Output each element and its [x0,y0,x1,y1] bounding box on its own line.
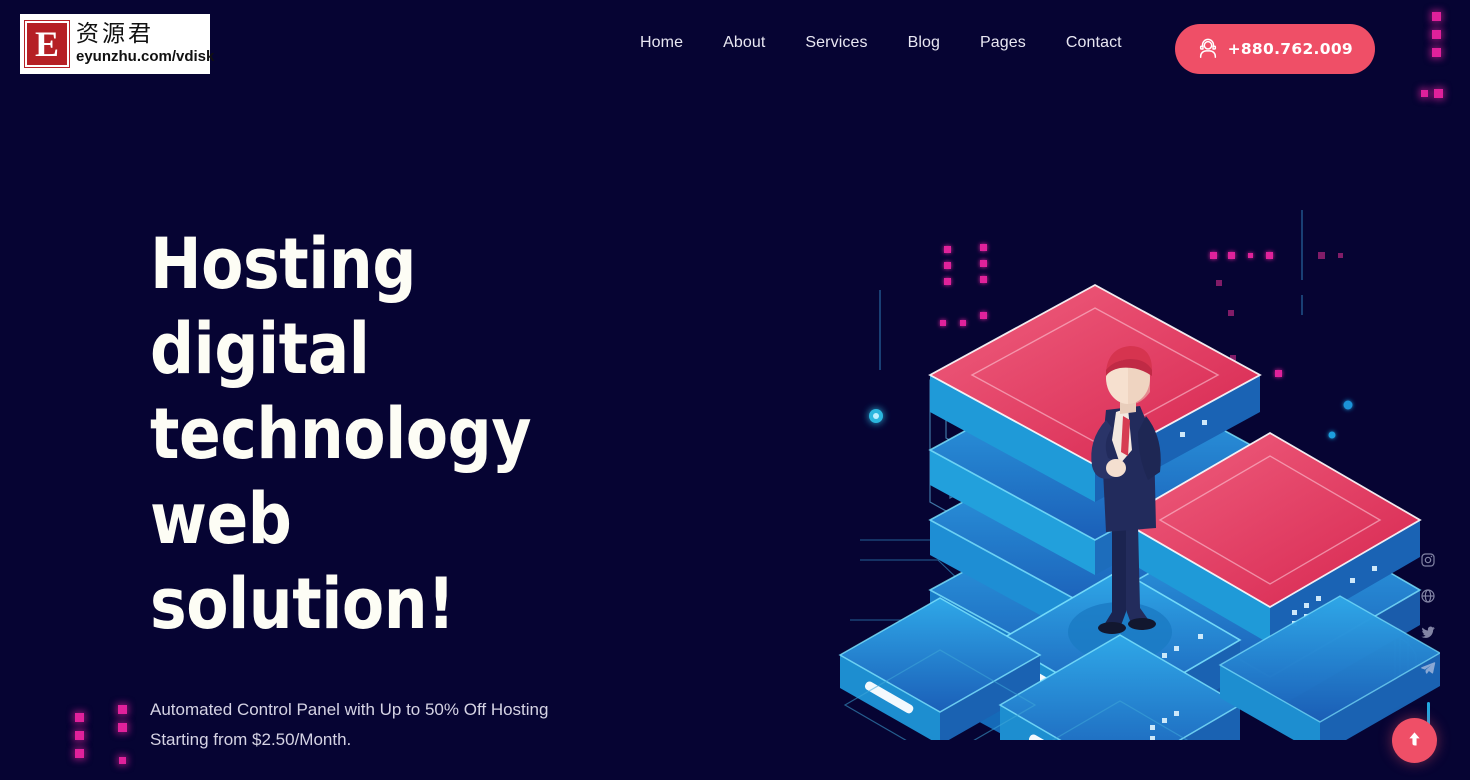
decor-dot [75,749,84,758]
instagram-icon[interactable] [1420,552,1436,568]
scroll-to-top-button[interactable] [1392,718,1437,763]
decor-dot [118,705,127,714]
phone-call-button[interactable]: +880.762.009 [1174,24,1375,74]
hero-title-line-1: Hosting digital [150,223,416,390]
decor-dot [118,723,127,732]
twitter-icon[interactable] [1420,624,1436,640]
nav-item-about[interactable]: About [703,34,785,52]
social-links-rail [1420,552,1436,742]
support-agent-icon [1197,38,1219,60]
page-title: Hosting digital technology web solution! [150,222,643,647]
decor-dot [75,731,84,740]
hero-subtitle: Automated Control Panel with Up to 50% O… [150,700,549,749]
nav-item-home[interactable]: Home [620,34,703,52]
watermark-overlay: E 资源君 eyunzhu.com/vdisk [20,14,214,74]
hero-title-line-2: technology web [150,393,532,560]
phone-number: +880.762.009 [1227,40,1353,58]
decor-dot [119,757,126,764]
nav-item-services[interactable]: Services [785,34,887,52]
nav-item-contact[interactable]: Contact [1046,34,1142,52]
hero-content: Hosting digital technology web solution!… [150,222,710,780]
hero-illustration [820,120,1442,780]
decor-dot [75,713,84,722]
arrow-up-icon [1405,730,1424,752]
nav-item-pages[interactable]: Pages [960,34,1046,52]
telegram-icon[interactable] [1420,660,1436,676]
globe-icon[interactable] [1420,588,1436,604]
nav-item-blog[interactable]: Blog [888,34,960,52]
main-navigation: Home About Services Blog Pages Contact [620,34,1142,52]
site-header: ng Home About Services Blog Pages Contac… [0,0,1470,97]
hero-page: ng Home About Services Blog Pages Contac… [0,0,1470,780]
watermark-badge: E [24,20,70,68]
watermark-chinese-text: 资源君 [76,21,154,48]
hero-title-line-3: solution! [150,563,455,645]
watermark-url: eyunzhu.com/vdisk [76,47,215,65]
